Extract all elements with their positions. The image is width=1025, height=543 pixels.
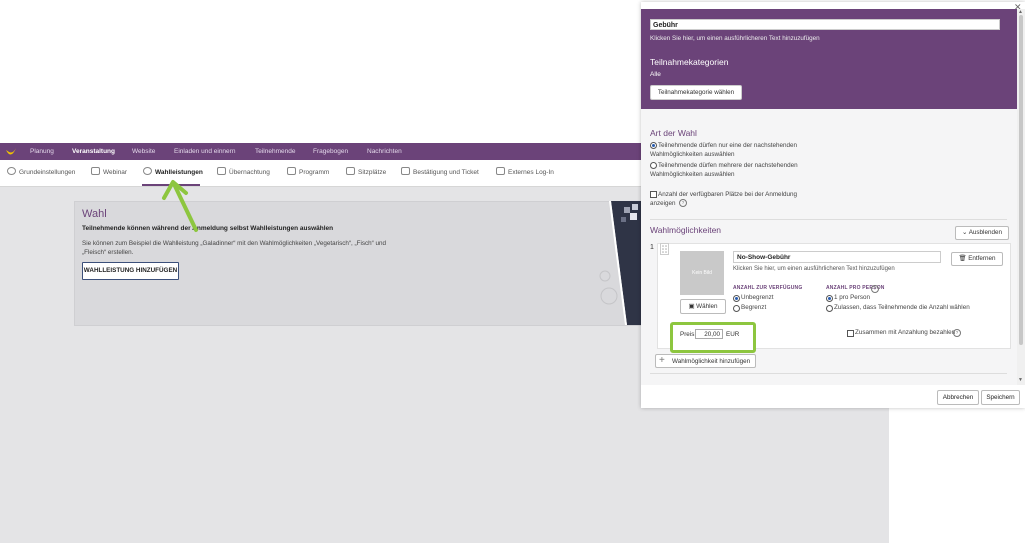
chevron-down-icon: ⌄ [962, 229, 969, 236]
subnav-label: Sitzplätze [358, 169, 387, 176]
ticket-icon [401, 167, 410, 175]
add-choice-button[interactable]: Wahlmöglichkeit hinzufügen [655, 354, 756, 368]
plus-icon: + [659, 355, 665, 366]
video-icon [91, 167, 100, 175]
topnav-website[interactable]: Website [132, 143, 155, 160]
key-icon [496, 167, 505, 175]
cancel-button[interactable]: Abbrechen [937, 390, 979, 405]
subnav-label: Grundeinstellungen [19, 169, 76, 176]
show-seats-label: Anzahl der verfügbaren Plätze bei der An… [650, 191, 797, 207]
availability-limited-label: Begrenzt [741, 304, 767, 311]
section-divider [650, 373, 1007, 374]
per-person-custom-label: Zulassen, dass Teilnehmende die Anzahl w… [834, 304, 970, 311]
remove-label: Entfernen [968, 255, 996, 262]
subnav-label: Webinar [103, 169, 128, 176]
subnav-sitzplaetze[interactable]: Sitzplätze [346, 160, 386, 186]
per-person-one-label: 1 pro Person [834, 294, 871, 301]
price-input[interactable]: 20,00 [695, 329, 723, 339]
subnav-bestaetigung[interactable]: Bestätigung und Ticket [401, 160, 479, 186]
topnav-nachrichten[interactable]: Nachrichten [367, 143, 402, 160]
options-heading: Wahlmöglichkeiten [650, 225, 722, 235]
subnav-uebernachtung[interactable]: Übernachtung [217, 160, 270, 186]
categories-value: Alle [650, 71, 661, 78]
topnav-teilnehmende[interactable]: Teilnehmende [255, 143, 295, 160]
subnav-programm[interactable]: Programm [287, 160, 329, 186]
drag-handle-icon[interactable] [660, 243, 669, 255]
topnav-veranstaltung[interactable]: Veranstaltung [72, 143, 115, 160]
title-description-hint[interactable]: Klicken Sie hier, um einen ausführlicher… [650, 35, 820, 42]
option-number: 1 [650, 244, 654, 251]
subnav-label: Wahlleistungen [155, 169, 203, 176]
scrollbar-thumb[interactable] [1019, 15, 1023, 345]
info-icon[interactable]: ? [953, 329, 961, 337]
decorative-graphic [599, 201, 641, 325]
scroll-up-icon[interactable]: ▲ [1018, 9, 1023, 15]
currency-label: EUR [726, 331, 740, 338]
availability-unlimited-radio[interactable] [733, 295, 740, 302]
info-icon[interactable]: ? [871, 285, 879, 293]
choose-image-button[interactable]: ▣ Wählen [680, 299, 726, 314]
save-button[interactable]: Speichern [981, 390, 1020, 405]
choose-label: Wählen [696, 303, 718, 310]
calendar-icon [287, 167, 296, 175]
subnav-grundeinstellungen[interactable]: Grundeinstellungen [7, 160, 75, 186]
section-divider [650, 219, 1007, 220]
availability-heading: ANZAHL ZUR VERFÜGUNG [733, 285, 803, 291]
topnav-fragebogen[interactable]: Fragebogen [313, 143, 348, 160]
subnav-label: Externes Log-In [508, 169, 554, 176]
subnav-webinar[interactable]: Webinar [91, 160, 127, 186]
choice-type-heading: Art der Wahl [650, 128, 697, 138]
subnav-externes-login[interactable]: Externes Log-In [496, 160, 554, 186]
option-title-input[interactable]: Gebühr [650, 19, 1000, 30]
topnav-einladen[interactable]: Einladen und einnern [174, 143, 235, 160]
info-icon[interactable]: ? [679, 199, 687, 207]
logo-icon [6, 148, 16, 155]
annotation-arrow [162, 180, 198, 232]
categories-heading: Teilnahmekategorien [650, 57, 729, 67]
deposit-checkbox[interactable] [847, 330, 854, 337]
card-description: Sie können zum Beispiel die Wahlleistung… [82, 240, 387, 256]
bed-icon [217, 167, 226, 175]
topnav-planung[interactable]: Planung [30, 143, 54, 160]
single-choice-label: Teilnehmende dürfen nur eine der nachste… [650, 142, 797, 158]
price-label: Preis: [680, 331, 697, 338]
multi-choice-label: Teilnehmende dürfen mehrere der nachsteh… [650, 162, 798, 178]
add-option-service-button[interactable]: WAHLLEISTUNG HINZUFÜGEN [82, 262, 179, 280]
choose-category-button[interactable]: Teilnahmekategorie wählen [650, 85, 742, 100]
options-icon [143, 167, 152, 175]
subnav-label: Programm [299, 169, 330, 176]
card-subtitle: Teilnehmende können während der Anmeldun… [82, 225, 334, 232]
deposit-label: Zusammen mit Anzahlung bezahlen [855, 329, 956, 336]
image-placeholder: Kein Bild [680, 251, 724, 295]
hide-options-button[interactable]: ⌄ Ausblenden [955, 226, 1009, 240]
subnav-label: Übernachtung [229, 169, 270, 176]
seat-icon [346, 167, 355, 175]
subnav-label: Bestätigung und Ticket [413, 169, 479, 176]
option-description-hint[interactable]: Klicken Sie hier, um einen ausführlicher… [733, 266, 895, 272]
scroll-down-icon[interactable]: ▼ [1018, 377, 1023, 383]
trash-icon: 🗑 [958, 255, 969, 262]
availability-unlimited-label: Unbegrenzt [741, 294, 774, 301]
hide-label: Ausblenden [968, 229, 1002, 236]
remove-option-button[interactable]: 🗑 Entfernen [951, 252, 1003, 266]
per-person-one-radio[interactable] [826, 295, 833, 302]
option-name-input[interactable]: No-Show-Gebühr [733, 251, 941, 263]
availability-limited-radio[interactable] [733, 305, 740, 312]
card-title: Wahl [82, 208, 107, 220]
per-person-custom-radio[interactable] [826, 305, 833, 312]
gear-icon [7, 167, 16, 175]
